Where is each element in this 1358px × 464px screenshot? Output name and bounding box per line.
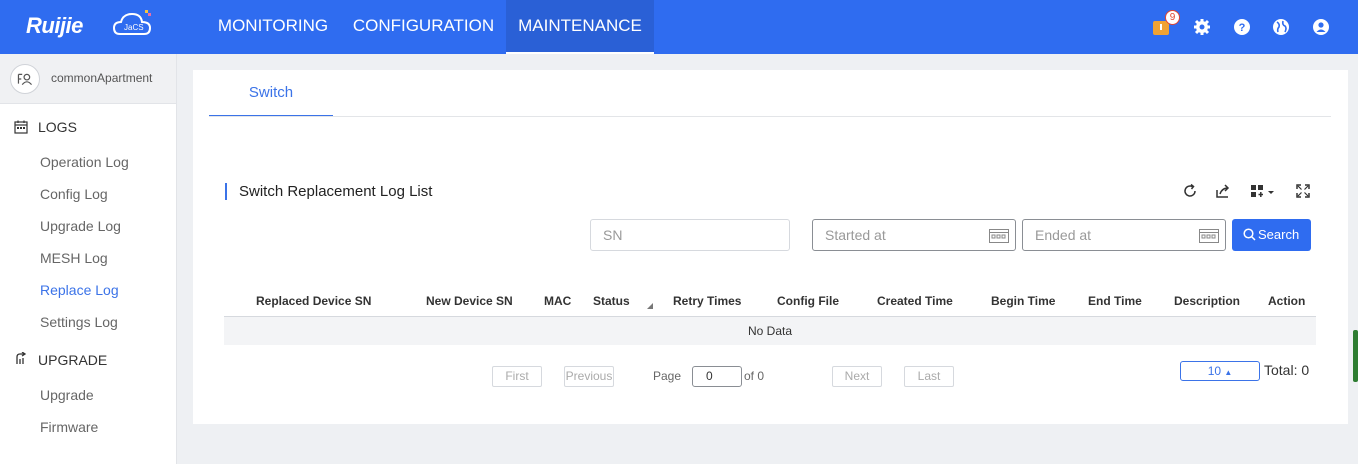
total-count: Total: 0 (1264, 362, 1310, 378)
column-status[interactable]: Status (593, 294, 630, 308)
calendar-icon (14, 120, 28, 134)
scrollbar-handle[interactable] (1353, 330, 1358, 382)
last-page-button[interactable]: Last (904, 366, 954, 387)
sidebar-item-replace-log[interactable]: Replace Log (40, 282, 119, 298)
cloud-logo-icon: JaCS (112, 10, 152, 35)
next-page-button[interactable]: Next (832, 366, 882, 387)
start-date-placeholder: Started at (825, 227, 886, 243)
column-retry-times[interactable]: Retry Times (673, 294, 741, 308)
sidebar-item-settings-log[interactable]: Settings Log (40, 314, 118, 330)
user-icon[interactable] (1311, 17, 1331, 37)
end-date-placeholder: Ended at (1035, 227, 1092, 243)
page-number-input[interactable]: 0 (692, 366, 742, 387)
fullscreen-icon[interactable] (1294, 182, 1312, 200)
caret-up-icon: ▲ (1224, 368, 1233, 377)
sidebar: commonApartment LOGS Operation Log Confi… (0, 54, 177, 464)
search-button[interactable]: Search (1232, 219, 1311, 251)
upgrade-icon (16, 352, 27, 364)
tab-switch[interactable]: Switch (209, 70, 333, 117)
section-title: Switch Replacement Log List (239, 183, 433, 200)
svg-text:?: ? (1239, 22, 1246, 34)
brand-badge: JaCS (124, 23, 144, 32)
sn-input[interactable]: SN (590, 219, 790, 251)
column-description[interactable]: Description (1174, 294, 1240, 308)
account-name: commonApartment (51, 71, 153, 85)
content-card: Switch Switch Replacement Log List SN St… (193, 70, 1348, 424)
sidebar-group-label: UPGRADE (38, 352, 108, 368)
brand-logo[interactable]: Ruijie JaCS (26, 10, 156, 42)
end-date-input[interactable]: Ended at (1022, 219, 1226, 251)
refresh-icon[interactable] (1181, 182, 1199, 200)
nav-configuration[interactable]: CONFIGURATION (341, 0, 506, 54)
nav-maintenance[interactable]: MAINTENANCE (506, 0, 654, 54)
page-label: Page (653, 369, 682, 383)
search-button-label: Search (1258, 227, 1300, 242)
nav-monitoring[interactable]: MONITORING (205, 0, 341, 54)
calendar-icon (1199, 229, 1219, 243)
help-icon[interactable]: ? (1232, 17, 1252, 37)
top-header: Ruijie JaCS MONITORING CONFIGURATION MAI… (0, 0, 1358, 54)
sidebar-item-upgrade[interactable]: Upgrade (40, 387, 94, 403)
page-count-text: of 0 (744, 369, 765, 383)
sidebar-item-firmware[interactable]: Firmware (40, 419, 98, 435)
column-mac[interactable]: MAC (544, 294, 571, 308)
gear-icon[interactable] (1192, 17, 1212, 37)
account-switcher[interactable]: commonApartment (0, 54, 176, 104)
column-created-time[interactable]: Created Time (877, 294, 953, 308)
first-page-button[interactable]: First (492, 366, 542, 387)
start-date-input[interactable]: Started at (812, 219, 1016, 251)
notification-count-badge: 9 (1165, 10, 1180, 25)
sidebar-item-config-log[interactable]: Config Log (40, 186, 108, 202)
sidebar-item-mesh-log[interactable]: MESH Log (40, 250, 108, 266)
tab-divider (209, 116, 1331, 117)
sidebar-group-label: LOGS (38, 119, 77, 135)
status-filter-caret-icon[interactable] (647, 303, 653, 309)
section-accent-bar (225, 183, 227, 200)
globe-icon[interactable] (1271, 17, 1291, 37)
columns-icon[interactable] (1249, 182, 1275, 200)
sidebar-item-upgrade-log[interactable]: Upgrade Log (40, 218, 121, 234)
page-size-value: 10 (1207, 364, 1222, 378)
brand-name: Ruijie (26, 13, 83, 38)
empty-table-message: No Data (224, 317, 1316, 345)
export-icon[interactable] (1214, 182, 1232, 200)
column-new-device-sn[interactable]: New Device SN (426, 294, 513, 308)
previous-page-button[interactable]: Previous (564, 366, 614, 387)
column-config-file[interactable]: Config File (777, 294, 839, 308)
column-end-time[interactable]: End Time (1088, 294, 1142, 308)
search-icon (1243, 228, 1256, 241)
calendar-icon (989, 229, 1009, 243)
sidebar-item-operation-log[interactable]: Operation Log (40, 154, 129, 170)
column-action[interactable]: Action (1268, 294, 1305, 308)
account-avatar-icon (10, 64, 40, 94)
column-begin-time[interactable]: Begin Time (991, 294, 1055, 308)
column-replaced-device-sn[interactable]: Replaced Device SN (256, 294, 371, 308)
page-size-select[interactable]: 10 ▲ (1180, 361, 1260, 381)
